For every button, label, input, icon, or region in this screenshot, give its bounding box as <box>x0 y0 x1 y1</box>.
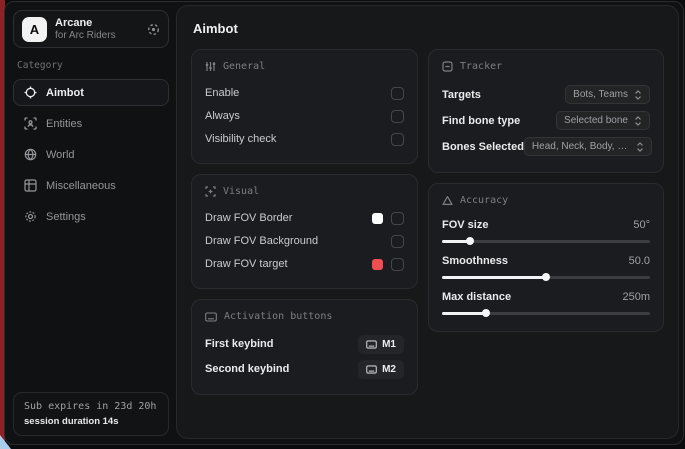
setting-row-fov-border: Draw FOV Border <box>205 207 404 229</box>
setting-row-fov-target: Draw FOV target <box>205 253 404 275</box>
sidebar-item-world[interactable]: World <box>13 141 169 168</box>
max-distance-value: 250m <box>622 291 650 303</box>
smoothness-value: 50.0 <box>629 255 650 267</box>
second-keybind-button[interactable]: M2 <box>358 360 404 379</box>
sidebar-item-settings[interactable]: Settings <box>13 203 169 230</box>
fov-target-color-swatch[interactable] <box>372 259 383 270</box>
loader-icon[interactable] <box>147 23 160 36</box>
triangle-icon <box>442 195 453 206</box>
fov-border-color-swatch[interactable] <box>372 213 383 224</box>
sidebar-item-aimbot[interactable]: Aimbot <box>13 79 169 106</box>
subscription-expiry: Sub expires in 23d 20h <box>24 401 158 412</box>
accuracy-card: Accuracy FOV size 50° <box>428 183 664 332</box>
gear-icon <box>24 210 37 223</box>
app-title: Arcane <box>55 17 139 30</box>
globe-icon <box>24 148 37 161</box>
fov-target-checkbox[interactable] <box>391 258 404 271</box>
sidebar-item-label: Entities <box>46 118 82 130</box>
visual-card: Visual Draw FOV Border Draw FOV Backgrou… <box>191 174 418 289</box>
find-bone-type-select[interactable]: Selected bone <box>556 111 650 130</box>
slider-thumb[interactable] <box>466 237 474 245</box>
logo-card[interactable]: A Arcane for Arc Riders <box>13 10 169 48</box>
setting-row-visibility-check: Visibility check <box>205 128 404 150</box>
chevron-up-down-icon <box>634 116 642 126</box>
fov-size-value: 50° <box>633 219 650 231</box>
setting-row-smoothness: Smoothness 50.0 <box>442 252 650 282</box>
sidebar-item-label: Settings <box>46 211 86 223</box>
setting-row-fov-background: Draw FOV Background <box>205 230 404 252</box>
focus-icon <box>205 186 216 197</box>
sliders-icon <box>205 61 216 72</box>
max-distance-slider[interactable] <box>442 308 650 318</box>
sidebar-item-label: Aimbot <box>46 87 84 99</box>
setting-row-enable: Enable <box>205 82 404 104</box>
logo-monogram: A <box>22 17 47 42</box>
fov-border-checkbox[interactable] <box>391 212 404 225</box>
setting-row-second-keybind: Second keybind M2 <box>205 357 404 381</box>
visibility-check-checkbox[interactable] <box>391 133 404 146</box>
app-window: A Arcane for Arc Riders Category <box>4 1 684 445</box>
keyboard-icon <box>205 312 217 322</box>
category-label: Category <box>17 60 165 71</box>
sidebar-nav: Aimbot Entities World <box>13 79 169 230</box>
chevron-up-down-icon <box>636 142 644 152</box>
entities-icon <box>24 117 37 130</box>
setting-row-find-bone-type: Find bone type Selected bone <box>442 108 650 133</box>
smoothness-slider[interactable] <box>442 272 650 282</box>
card-header-label: Activation buttons <box>224 311 332 322</box>
setting-row-first-keybind: First keybind M1 <box>205 332 404 356</box>
card-header-label: General <box>223 61 265 72</box>
setting-row-bones-selected: Bones Selected Head, Neck, Body, Fe.. <box>442 134 650 159</box>
first-keybind-button[interactable]: M1 <box>358 335 404 354</box>
targets-select[interactable]: Bots, Teams <box>565 85 650 104</box>
tracker-card: Tracker Targets Bots, Teams <box>428 49 664 173</box>
grid-icon <box>24 179 37 192</box>
session-duration: session duration 14s <box>24 416 158 427</box>
sidebar-item-label: World <box>46 149 75 161</box>
page-title: Aimbot <box>193 21 664 36</box>
sidebar-item-entities[interactable]: Entities <box>13 110 169 137</box>
card-header-label: Accuracy <box>460 195 508 206</box>
always-checkbox[interactable] <box>391 110 404 123</box>
general-card: General Enable Always Visibility check <box>191 49 418 164</box>
chevron-up-down-icon <box>634 90 642 100</box>
crosshair-icon <box>24 86 37 99</box>
keyboard-icon <box>366 340 377 349</box>
slider-thumb[interactable] <box>542 273 550 281</box>
bones-selected-select[interactable]: Head, Neck, Body, Fe.. <box>524 137 652 156</box>
sidebar-item-miscellaneous[interactable]: Miscellaneous <box>13 172 169 199</box>
slider-thumb[interactable] <box>482 309 490 317</box>
setting-row-always: Always <box>205 105 404 127</box>
main-panel: Aimbot General Enable <box>176 5 679 439</box>
keyboard-icon <box>366 365 377 374</box>
card-header-label: Tracker <box>460 61 502 72</box>
tracker-icon <box>442 61 453 72</box>
card-header-label: Visual <box>223 186 259 197</box>
activation-buttons-card: Activation buttons First keybind M1 <box>191 299 418 395</box>
fov-background-checkbox[interactable] <box>391 235 404 248</box>
enable-checkbox[interactable] <box>391 87 404 100</box>
setting-row-max-distance: Max distance 250m <box>442 288 650 318</box>
app-subtitle: for Arc Riders <box>55 30 139 42</box>
sidebar-item-label: Miscellaneous <box>46 180 116 192</box>
setting-row-targets: Targets Bots, Teams <box>442 82 650 107</box>
subscription-card: Sub expires in 23d 20h session duration … <box>13 392 169 436</box>
sidebar: A Arcane for Arc Riders Category <box>5 2 177 444</box>
fov-size-slider[interactable] <box>442 236 650 246</box>
setting-row-fov-size: FOV size 50° <box>442 216 650 246</box>
